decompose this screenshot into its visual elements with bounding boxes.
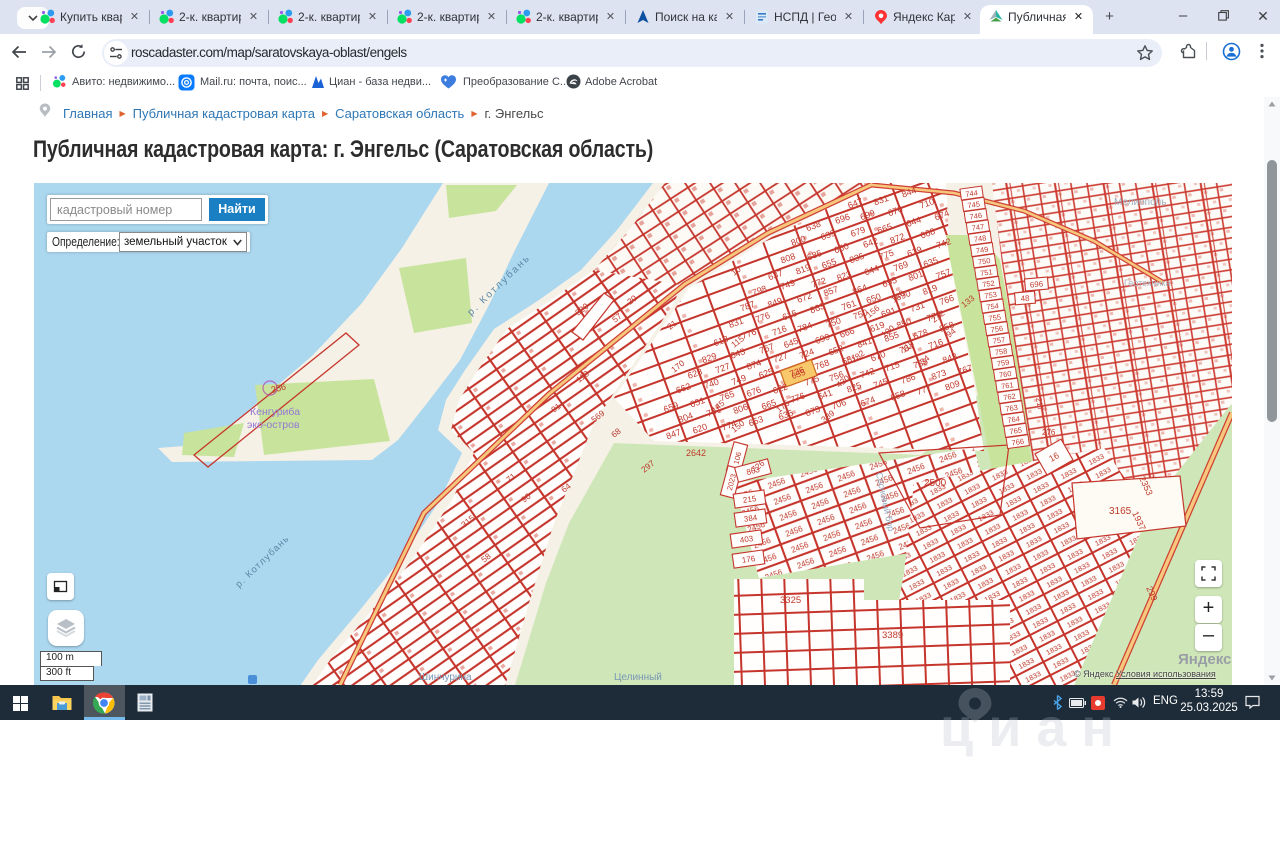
- svg-text:276: 276: [1042, 428, 1056, 437]
- svg-text:762: 762: [1003, 392, 1017, 403]
- svg-text:760: 760: [998, 369, 1012, 380]
- svg-text:749: 749: [975, 245, 989, 256]
- svg-text:2642: 2642: [686, 448, 706, 458]
- svg-text:763: 763: [1005, 403, 1019, 414]
- svg-text:3325: 3325: [780, 595, 801, 606]
- svg-text:750: 750: [977, 256, 991, 267]
- svg-text:759: 759: [996, 358, 1010, 369]
- svg-text:764: 764: [1007, 414, 1021, 425]
- svg-text:757: 757: [992, 335, 1006, 346]
- svg-text:747: 747: [971, 222, 985, 233]
- svg-text:753: 753: [984, 290, 998, 301]
- svg-text:384: 384: [743, 513, 758, 524]
- svg-text:745: 745: [967, 199, 981, 210]
- svg-text:176: 176: [741, 554, 756, 565]
- svg-text:215: 215: [742, 494, 757, 505]
- svg-text:403: 403: [739, 534, 754, 545]
- svg-text:эко-остров: эко-остров: [247, 419, 300, 431]
- svg-text:3165: 3165: [1109, 506, 1132, 517]
- svg-text:48: 48: [1020, 294, 1030, 304]
- svg-text:752: 752: [982, 279, 996, 290]
- svg-text:765: 765: [1009, 425, 1023, 436]
- svg-text:755: 755: [988, 312, 1002, 323]
- svg-text:2500: 2500: [924, 478, 947, 489]
- svg-text:761: 761: [1001, 380, 1015, 391]
- svg-text:766: 766: [1011, 437, 1025, 448]
- svg-text:746: 746: [969, 211, 983, 222]
- svg-text:754: 754: [986, 301, 1000, 312]
- svg-text:3389: 3389: [882, 630, 903, 641]
- svg-text:Мелиополь: Мелиополь: [1114, 197, 1166, 208]
- svg-text:Целинный: Целинный: [614, 672, 662, 683]
- svg-text:758: 758: [994, 346, 1008, 357]
- svg-text:Кенгуриба: Кенгуриба: [250, 406, 300, 418]
- svg-text:696: 696: [1029, 279, 1044, 289]
- svg-text:756: 756: [990, 324, 1004, 335]
- svg-text:Шинчурина: Шинчурина: [419, 672, 472, 683]
- svg-text:Геотехника: Геотехника: [1124, 278, 1171, 288]
- svg-text:748: 748: [973, 233, 987, 244]
- svg-text:751: 751: [980, 267, 994, 278]
- svg-text:744: 744: [965, 188, 979, 199]
